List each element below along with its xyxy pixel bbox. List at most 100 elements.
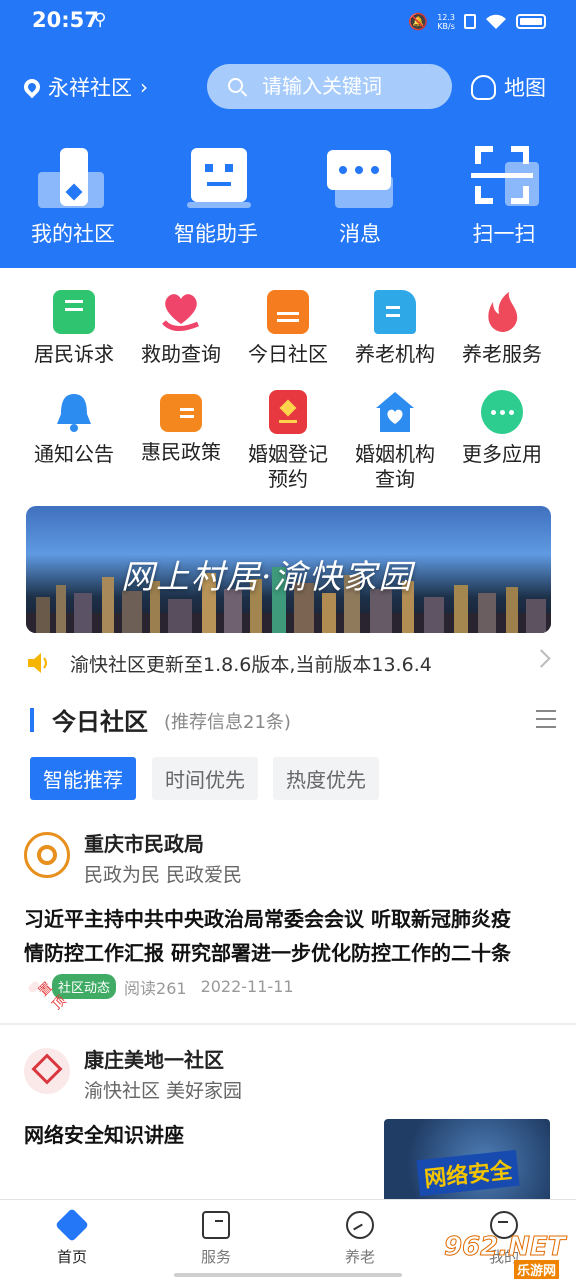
quick-label: 消息 bbox=[339, 222, 381, 246]
filter-popularity[interactable]: 热度优先 bbox=[273, 757, 379, 800]
news-icon bbox=[267, 290, 309, 334]
grid-item-elderly-service[interactable]: 养老服务 bbox=[448, 290, 556, 367]
grid-label: 婚姻登记 预约 bbox=[234, 442, 342, 492]
grid-label-line1: 婚姻机构 bbox=[355, 442, 435, 466]
grid-item-relief-query[interactable]: 救助查询 bbox=[127, 290, 235, 367]
avatar bbox=[24, 832, 70, 878]
tab-home[interactable]: 首页 bbox=[32, 1208, 112, 1267]
post-title: 网络安全知识讲座 bbox=[24, 1123, 184, 1147]
location-selector[interactable]: 永祥社区 › bbox=[20, 72, 148, 102]
section-subtitle: (推荐信息21条) bbox=[164, 712, 291, 733]
grid-item-policy[interactable]: 惠民政策 bbox=[127, 390, 235, 465]
grid-item-notice[interactable]: 通知公告 bbox=[20, 390, 128, 467]
read-count: 阅读261 bbox=[124, 978, 187, 998]
marriage-book-icon bbox=[269, 390, 307, 434]
tab-elderly[interactable]: 养老 bbox=[320, 1210, 400, 1267]
house-heart-icon bbox=[374, 390, 416, 434]
grid-item-elderly-institution[interactable]: 养老机构 bbox=[341, 290, 449, 367]
section-header: 今日社区 (推荐信息21条) bbox=[30, 700, 556, 740]
grid-item-marriage-institution[interactable]: 婚姻机构 查询 bbox=[341, 390, 449, 492]
grid-item-resident-petition[interactable]: 居民诉求 bbox=[20, 290, 128, 367]
header: 20:57 ⚲ 🔕 12.3 KB/s 永祥社区 › 地图 bbox=[0, 0, 576, 268]
post-slogan: 渝快社区 美好家园 bbox=[84, 1080, 243, 1102]
mute-icon: 🔕 bbox=[408, 12, 429, 31]
grid-label-line2: 查询 bbox=[375, 467, 415, 491]
search-icon bbox=[228, 78, 243, 93]
location-name: 永祥社区 bbox=[48, 76, 132, 100]
map-button[interactable]: 地图 bbox=[471, 72, 546, 102]
filter-smart[interactable]: 智能推荐 bbox=[30, 757, 136, 800]
tab-label: 服务 bbox=[200, 1248, 231, 1266]
post-title-line2: 情防控工作汇报 研究部署进一步优化防控工作的二十条 bbox=[24, 941, 511, 965]
flame-icon bbox=[481, 290, 523, 334]
pinned-badge: 置顶 bbox=[21, 973, 69, 1013]
grid-label: 惠民政策 bbox=[141, 440, 221, 464]
quick-my-community[interactable]: 我的社区 bbox=[3, 142, 143, 254]
building-doc-icon bbox=[374, 290, 416, 334]
network-speed: 12.3 KB/s bbox=[437, 13, 455, 31]
update-notice[interactable]: 渝快社区更新至1.8.6版本,当前版本13.6.4 bbox=[26, 648, 556, 678]
grid-label: 婚姻机构 查询 bbox=[341, 442, 449, 492]
grid-item-more-apps[interactable]: 更多应用 bbox=[448, 390, 556, 467]
post-meta: 置顶 社区动态 阅读261 2022-11-11 bbox=[21, 973, 294, 1013]
community-icon bbox=[38, 142, 108, 208]
sim-icon bbox=[464, 14, 476, 29]
status-time: 20:57 bbox=[32, 8, 99, 32]
notice-text: 渝快社区更新至1.8.6版本,当前版本13.6.4 bbox=[70, 653, 432, 676]
filter-time[interactable]: 时间优先 bbox=[152, 757, 258, 800]
wifi-icon bbox=[486, 14, 506, 29]
grid-label: 更多应用 bbox=[462, 442, 542, 466]
speed-value: 12.3 bbox=[437, 12, 455, 22]
site-watermark: 962.NET 乐游网 bbox=[443, 1232, 574, 1279]
service-icon bbox=[201, 1210, 231, 1240]
home-icon bbox=[55, 1208, 89, 1242]
quick-label: 智能助手 bbox=[174, 222, 258, 246]
grid-label: 养老服务 bbox=[462, 342, 542, 366]
tab-service[interactable]: 服务 bbox=[176, 1210, 256, 1267]
robot-icon bbox=[181, 142, 251, 208]
menu-icon[interactable] bbox=[536, 710, 556, 728]
watermark-subtext: 乐游网 bbox=[514, 1260, 560, 1279]
quick-scan[interactable]: 扫一扫 bbox=[434, 142, 574, 254]
promo-banner[interactable]: 网上村居·渝快家园 bbox=[26, 506, 551, 633]
tab-label: 首页 bbox=[56, 1248, 87, 1266]
quick-assistant[interactable]: 智能助手 bbox=[146, 142, 286, 254]
avatar bbox=[24, 1048, 70, 1094]
post-author: 重庆市民政局 bbox=[84, 832, 204, 856]
post-thumbnail[interactable]: 网络安全 bbox=[384, 1119, 550, 1209]
map-icon bbox=[471, 74, 496, 100]
map-label: 地图 bbox=[504, 76, 546, 100]
grid-label: 养老机构 bbox=[355, 342, 435, 366]
watermark-text: 962.NET bbox=[443, 1232, 566, 1263]
tab-label: 养老 bbox=[344, 1248, 375, 1266]
bell-icon bbox=[53, 390, 95, 434]
chevron-right-icon bbox=[532, 649, 551, 668]
post-title: 习近平主持中共中央政治局常委会会议 听取新冠肺炎疫 情防控工作汇报 研究部署进一… bbox=[24, 902, 511, 970]
search-box[interactable] bbox=[207, 64, 452, 109]
usb-icon: ⚲ bbox=[94, 10, 107, 30]
post-slogan: 民政为民 民政爱民 bbox=[84, 864, 243, 886]
status-icons: 🔕 12.3 KB/s bbox=[408, 12, 546, 31]
policy-icon bbox=[160, 394, 202, 432]
top-bar: 永祥社区 › 地图 bbox=[0, 64, 576, 110]
section-title: 今日社区 bbox=[52, 708, 148, 736]
message-icon bbox=[325, 142, 395, 208]
search-input[interactable] bbox=[262, 74, 442, 98]
quick-label: 我的社区 bbox=[31, 222, 115, 246]
scan-icon bbox=[469, 142, 539, 208]
grid-item-marriage-registration[interactable]: 婚姻登记 预约 bbox=[234, 390, 342, 492]
grid-item-today-community[interactable]: 今日社区 bbox=[234, 290, 342, 367]
petition-icon bbox=[53, 290, 95, 334]
home-indicator[interactable] bbox=[174, 1273, 402, 1277]
divider bbox=[0, 1023, 576, 1025]
quick-label: 扫一扫 bbox=[472, 222, 536, 246]
feed-item[interactable]: 重庆市民政局 民政为民 民政爱民 习近平主持中共中央政治局常委会会议 听取新冠肺… bbox=[21, 832, 554, 1013]
section-accent-bar bbox=[30, 708, 34, 732]
grid-label-line1: 婚姻登记 bbox=[248, 442, 328, 466]
grid-label: 救助查询 bbox=[141, 342, 221, 366]
battery-icon bbox=[516, 14, 546, 29]
post-date: 2022-11-11 bbox=[200, 977, 294, 996]
thumbnail-text: 网络安全 bbox=[416, 1149, 520, 1197]
post-author: 康庄美地一社区 bbox=[84, 1048, 224, 1072]
quick-messages[interactable]: 消息 bbox=[290, 142, 430, 254]
